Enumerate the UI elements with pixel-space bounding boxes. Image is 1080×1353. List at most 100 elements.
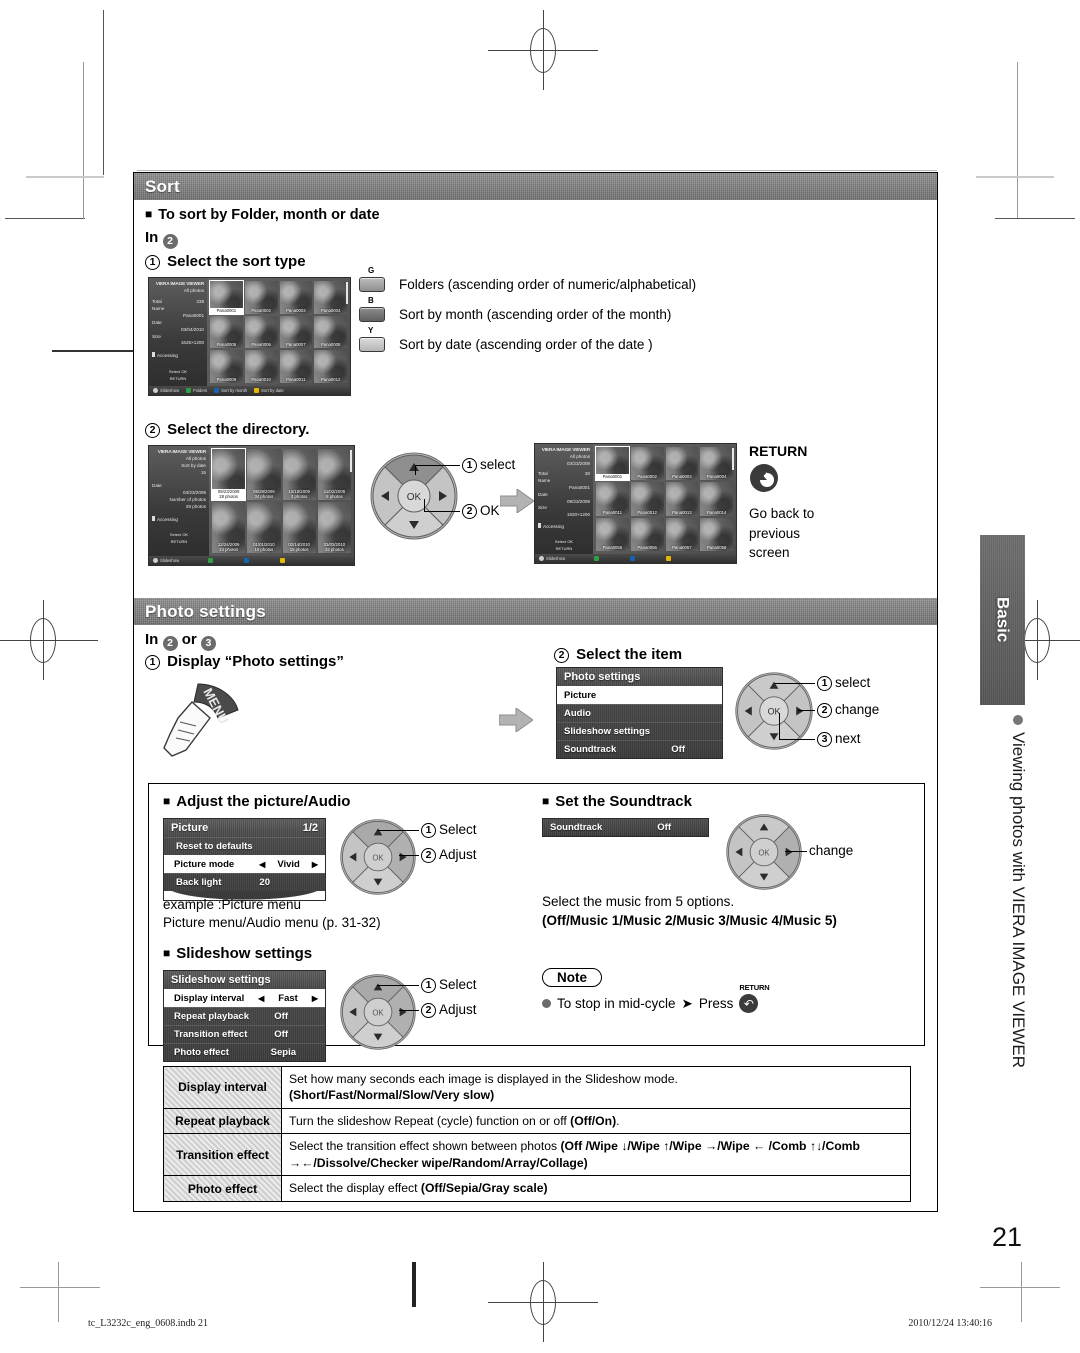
leader-line-select bbox=[415, 465, 460, 466]
tv-info-panel: VIERA IMAGE VIEWER All photos Sort by da… bbox=[149, 446, 209, 565]
osd-row-reset-to-defaults[interactable]: Reset to defaults bbox=[164, 837, 325, 855]
return-description: Go back to previous screen bbox=[749, 506, 815, 561]
callout-ps-select: 1 select bbox=[817, 675, 870, 691]
green-button-icon[interactable] bbox=[359, 277, 385, 292]
osd-row-display-interval[interactable]: Display interval ◀ Fast ▶ bbox=[164, 989, 325, 1007]
osd-row-repeat-playback[interactable]: Repeat playback Off bbox=[164, 1007, 325, 1025]
sidebar-chapter-label: Viewing photos with VIERA IMAGE VIEWER bbox=[1009, 732, 1028, 1069]
tv-access-row: Accessing bbox=[152, 516, 206, 524]
yellow-button-icon[interactable] bbox=[359, 337, 385, 352]
crop-mark-tr-h2 bbox=[976, 176, 1054, 178]
tv-thumbnail: Pana0011 bbox=[596, 482, 629, 516]
left-arrow-icon[interactable]: ◀ bbox=[259, 860, 265, 869]
osd-row-audio[interactable]: Audio bbox=[557, 704, 722, 722]
key-yellow-letter: Y bbox=[368, 326, 374, 335]
crop-mark-tl-h bbox=[5, 218, 85, 219]
tv-thumbnail: 02/14/2010 15 photos bbox=[282, 502, 316, 553]
svg-text:OK: OK bbox=[372, 853, 384, 862]
tv-scrollbar[interactable] bbox=[731, 448, 734, 470]
right-arrow-icon[interactable]: ▶ bbox=[312, 860, 318, 869]
tv-thumbnail: Pana0001 bbox=[595, 445, 630, 482]
tv-thumbnail: Pana0003 bbox=[665, 447, 699, 481]
leader-line-ok bbox=[424, 511, 460, 512]
tv-access-row: Accessing bbox=[538, 523, 590, 531]
menu-button-illustration[interactable]: MENU bbox=[156, 678, 266, 763]
table-row: Photo effect Select the display effect (… bbox=[163, 1175, 911, 1202]
table-row: Repeat playback Turn the slideshow Repea… bbox=[163, 1107, 911, 1135]
osd-row-soundtrack[interactable]: Soundtrack Off bbox=[557, 740, 722, 758]
tv-info-row: Date bbox=[152, 482, 162, 488]
key-green-desc: Folders (ascending order of numeric/alph… bbox=[399, 277, 697, 292]
osd-row-transition-effect[interactable]: Transition effect Off bbox=[164, 1025, 325, 1043]
callout-ok-number: 2 bbox=[462, 504, 477, 519]
tv-thumbnail: Pana0057 bbox=[665, 517, 699, 551]
bullet-dot-icon bbox=[1013, 715, 1023, 725]
sort-step2: 2 Select the directory. bbox=[145, 421, 309, 438]
section-header-sort: Sort bbox=[134, 173, 937, 200]
crop-mark-bl-v bbox=[58, 1262, 59, 1322]
tv-info-row: Total 28 bbox=[538, 470, 590, 476]
tv-screenshot-all-photos: VIERA IMAGE VIEWER All photos Total 238 N… bbox=[148, 277, 351, 396]
tv-thumbnail: Pana0007 bbox=[279, 315, 313, 349]
tv-info-row: Size bbox=[152, 333, 161, 339]
osd-row-slideshow-settings[interactable]: Slideshow settings bbox=[557, 722, 722, 740]
callout-adjust-adjust-number: 2 bbox=[421, 848, 436, 863]
key-blue-wrap: B bbox=[359, 296, 385, 322]
page-top-rule bbox=[137, 170, 937, 171]
tv-thumbnail: Pana0013 bbox=[665, 482, 699, 516]
section-header-photo-settings-label: Photo settings bbox=[145, 601, 266, 621]
tv-thumbnail: 09/23/2009 28 photos bbox=[210, 448, 247, 501]
tv-thumbnail: Pana0008 bbox=[314, 315, 347, 349]
return-icon-small[interactable]: ↶ bbox=[739, 994, 759, 1013]
osd-row-back-light[interactable]: Back light 20 bbox=[164, 873, 325, 891]
osd-row-photo-effect[interactable]: Photo effect Sepia bbox=[164, 1043, 325, 1061]
tv-bottom-bar: Slideshow bbox=[535, 554, 736, 563]
leader-adjust-adjust bbox=[399, 855, 419, 856]
crop-mark-tr-h bbox=[995, 218, 1075, 219]
leader-ps-select bbox=[775, 683, 815, 684]
right-arrow-icon[interactable]: ▶ bbox=[312, 994, 318, 1003]
dpad-soundtrack[interactable]: OK bbox=[725, 813, 803, 891]
leader-ps-change bbox=[798, 710, 815, 711]
osd-row-soundtrack-setting[interactable]: Soundtrack Off bbox=[543, 819, 708, 836]
tv-subtitle: All photos bbox=[185, 456, 206, 462]
callout-ps-select-number: 1 bbox=[817, 676, 832, 691]
tv-screenshot-directory: VIERA IMAGE VIEWER All photos Sort by da… bbox=[148, 445, 355, 566]
tv-info-row: Number of photos bbox=[169, 496, 206, 502]
sort-step1-label: Select the sort type bbox=[167, 253, 306, 270]
tv-bottom-bar: Slideshow Folders Sort by month Sort by … bbox=[149, 386, 350, 395]
table-key-display-interval: Display interval bbox=[163, 1066, 282, 1109]
leader-ps-next-v bbox=[779, 713, 780, 740]
ps-step1-label: Display “Photo settings” bbox=[167, 653, 344, 670]
note-arrow-icon: ➤ bbox=[681, 995, 693, 1011]
callout-select-number: 1 bbox=[462, 458, 477, 473]
tv-scrollbar[interactable] bbox=[349, 450, 352, 472]
key-yellow-desc: Sort by date (ascending order of the dat… bbox=[399, 337, 653, 352]
blue-button-icon[interactable] bbox=[359, 307, 385, 322]
left-arrow-icon[interactable]: ◀ bbox=[258, 994, 264, 1003]
photo-settings-step1: 1 Display “Photo settings” bbox=[145, 653, 344, 670]
return-icon[interactable] bbox=[749, 463, 779, 493]
osd-row-picture[interactable]: Picture bbox=[557, 686, 722, 704]
tv-info-row: Size bbox=[538, 505, 547, 511]
callout-soundtrack-change: change bbox=[809, 843, 854, 858]
sidebar-chapter-title: Viewing photos with VIERA IMAGE VIEWER bbox=[1008, 715, 1028, 1095]
table-key-repeat-playback: Repeat playback bbox=[163, 1107, 282, 1135]
tv-subtitle2: 03/23/2009 bbox=[567, 461, 590, 467]
tv-bottom-bar: Slideshow bbox=[149, 556, 354, 565]
tv-bottom-item bbox=[666, 556, 673, 561]
leader-slideshow-adjust bbox=[399, 1010, 419, 1011]
tv-scrollbar[interactable] bbox=[345, 282, 348, 304]
key-yellow-wrap: Y bbox=[359, 326, 385, 352]
leader-soundtrack-change bbox=[785, 851, 807, 852]
tv-info-value: Pana0001 bbox=[569, 484, 590, 490]
table-value-repeat-playback: Turn the slideshow Repeat (cycle) functi… bbox=[281, 1107, 911, 1135]
leader-line-ok-v bbox=[424, 499, 425, 512]
callout-slideshow-adjust: 2 Adjust bbox=[421, 1002, 477, 1018]
note-text-a: To stop in mid-cycle bbox=[557, 996, 676, 1011]
note-block: Note To stop in mid-cycle ➤ Press RETURN… bbox=[542, 968, 770, 1013]
sort-step1: 1 Select the sort type bbox=[145, 253, 306, 270]
osd-row-picture-mode[interactable]: Picture mode ◀ Vivid ▶ bbox=[164, 855, 325, 873]
tv-thumbnail: Pana0009 bbox=[210, 350, 243, 383]
sort-step2-label: Select the directory. bbox=[167, 421, 310, 438]
